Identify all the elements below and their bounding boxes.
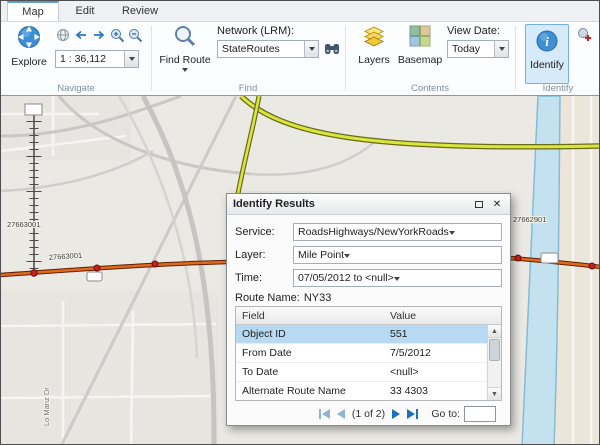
basemap-button[interactable]: Basemap — [397, 24, 443, 84]
group-divider — [345, 26, 346, 91]
page-indicator: (1 of 2) — [352, 408, 385, 420]
table-row[interactable]: From Date 7/5/2012 — [236, 344, 501, 363]
table-scrollbar[interactable]: ▲ ▼ — [487, 325, 501, 400]
identify-button[interactable]: i Identify — [525, 24, 569, 84]
close-button[interactable]: ✕ — [490, 197, 504, 211]
pagination-bar: (1 of 2) Go to: — [235, 401, 502, 427]
identify-route-locations-icon[interactable] — [577, 27, 592, 47]
attributes-table: Field Value Object ID 551 From Date 7/5/… — [235, 306, 502, 401]
group-label-navigate: Navigate — [1, 83, 151, 94]
view-date-label: View Date: — [447, 25, 500, 37]
identify-results-dialog: Identify Results ✕ Service: RoadsHighway… — [226, 193, 511, 426]
table-row[interactable]: Object ID 551 — [236, 325, 501, 344]
route-name-value: NY33 — [304, 292, 332, 304]
scroll-down-icon[interactable]: ▼ — [488, 387, 501, 400]
layers-icon — [362, 24, 386, 51]
route-id-label-along: 27663001 — [49, 251, 83, 262]
network-lrm-combo[interactable]: StateRoutes — [217, 40, 319, 58]
find-route-icon — [173, 24, 197, 51]
maximize-icon — [475, 201, 483, 208]
dialog-title: Identify Results — [233, 198, 468, 210]
service-label: Service: — [235, 226, 293, 238]
route-shield — [87, 272, 102, 281]
tab-map[interactable]: Map — [7, 1, 59, 21]
network-lrm-value: StateRoutes — [222, 43, 280, 55]
table-row[interactable]: Alternate Route Name 33 4303 — [236, 382, 501, 401]
zoom-in-icon[interactable] — [109, 27, 125, 43]
dialog-titlebar[interactable]: Identify Results ✕ — [227, 194, 510, 215]
hatch-label-box — [25, 104, 42, 115]
time-label: Time: — [235, 272, 293, 284]
explore-label: Explore — [11, 56, 47, 68]
identify-icon: i — [535, 29, 559, 56]
group-label-contents: Contents — [345, 83, 515, 94]
street-name-label: Lo Manz Dr — [42, 387, 51, 426]
layers-label: Layers — [358, 54, 390, 66]
table-row[interactable]: To Date <null> — [236, 363, 501, 382]
layer-combo[interactable]: Mile Point — [293, 246, 502, 264]
basemap-label: Basemap — [398, 54, 442, 66]
group-divider — [151, 26, 152, 91]
previous-extent-icon[interactable] — [73, 27, 89, 43]
table-header: Field Value — [236, 307, 501, 325]
chevron-down-icon[interactable] — [394, 272, 400, 284]
time-value: 07/05/2012 to <null> — [298, 272, 394, 284]
time-combo[interactable]: 07/05/2012 to <null> — [293, 269, 502, 287]
close-icon: ✕ — [493, 199, 501, 210]
view-date-combo[interactable]: Today — [447, 40, 509, 58]
city-block — [1, 291, 219, 445]
full-extent-icon[interactable] — [55, 27, 71, 43]
application-window: Map Edit Review Explore — [0, 0, 600, 445]
service-combo[interactable]: RoadsHighways/NewYorkRoads — [293, 223, 502, 241]
view-date-value: Today — [452, 43, 480, 55]
identify-label: Identify — [530, 59, 564, 71]
find-route-button[interactable]: Find Route — [159, 24, 211, 84]
goto-label: Go to: — [431, 408, 460, 420]
network-lrm-label: Network (LRM): — [217, 25, 294, 37]
search-network-icon[interactable] — [324, 41, 340, 62]
first-page-button[interactable] — [319, 409, 330, 419]
chevron-down-icon[interactable] — [344, 249, 350, 261]
tab-review[interactable]: Review — [111, 1, 169, 21]
ribbon-tabs: Map Edit Review — [1, 1, 599, 22]
chevron-down-icon[interactable] — [494, 41, 508, 57]
previous-page-button[interactable] — [337, 409, 345, 419]
map-scale-combo[interactable]: 1 : 36,112 — [55, 50, 139, 68]
zoom-out-icon[interactable] — [127, 27, 143, 43]
chevron-down-icon[interactable] — [449, 226, 455, 238]
group-label-find: Find — [151, 83, 345, 94]
next-page-button[interactable] — [392, 409, 400, 419]
explore-icon — [16, 24, 42, 53]
chevron-down-icon[interactable] — [124, 51, 138, 67]
layer-label: Layer: — [235, 249, 293, 261]
scroll-up-icon[interactable]: ▲ — [488, 325, 501, 338]
group-label-identify: Identify — [515, 83, 600, 94]
basemap-icon — [408, 24, 432, 51]
column-header-value: Value — [386, 310, 501, 322]
group-divider — [515, 26, 516, 91]
route-id-label-left: 27663001 — [7, 220, 40, 229]
navigate-toolbar — [55, 27, 143, 43]
column-header-field: Field — [236, 310, 386, 322]
route-shield — [541, 253, 558, 263]
route-name-label: Route Name: — [235, 292, 300, 304]
tab-edit[interactable]: Edit — [59, 1, 111, 21]
scrollbar-thumb[interactable] — [489, 339, 500, 361]
explore-button[interactable]: Explore — [5, 24, 53, 82]
last-page-button[interactable] — [407, 409, 418, 419]
layer-value: Mile Point — [298, 249, 344, 261]
find-route-label: Find Route — [159, 54, 210, 66]
service-value: RoadsHighways/NewYorkRoads — [298, 226, 449, 238]
chevron-down-icon — [182, 68, 188, 72]
route-id-label-right: 27662901 — [513, 215, 546, 224]
layers-button[interactable]: Layers — [353, 24, 395, 84]
next-extent-icon[interactable] — [91, 27, 107, 43]
map-scale-value: 1 : 36,112 — [60, 53, 106, 65]
ribbon: Explore 1 : 36,112 Navigate — [1, 22, 599, 96]
maximize-button[interactable] — [472, 197, 486, 211]
goto-page-input[interactable] — [464, 406, 496, 422]
svg-text:i: i — [545, 34, 549, 49]
chevron-down-icon[interactable] — [304, 41, 318, 57]
